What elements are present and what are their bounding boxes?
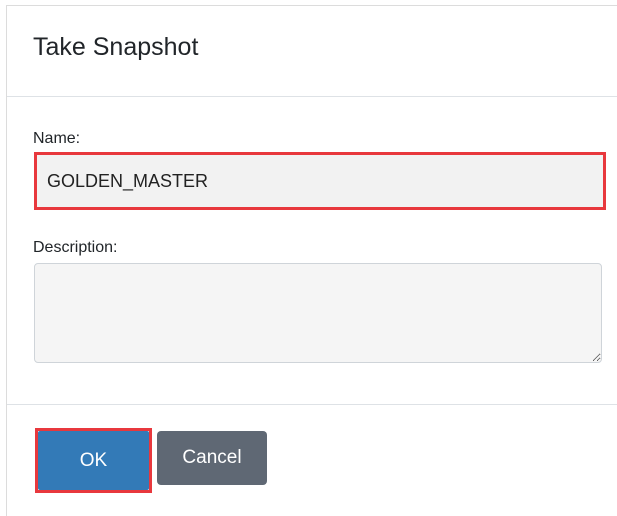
dialog-title: Take Snapshot: [33, 33, 199, 61]
description-textarea[interactable]: [34, 263, 602, 363]
ok-button[interactable]: OK: [38, 431, 149, 490]
name-label: Name:: [33, 130, 81, 147]
footer-divider: [7, 404, 617, 405]
cancel-button[interactable]: Cancel: [157, 431, 267, 485]
name-input[interactable]: [37, 155, 603, 207]
description-label: Description:: [33, 239, 118, 256]
dialog-header: Take Snapshot: [7, 6, 617, 97]
take-snapshot-dialog: Take Snapshot Name: Description: OK Canc…: [6, 5, 617, 516]
